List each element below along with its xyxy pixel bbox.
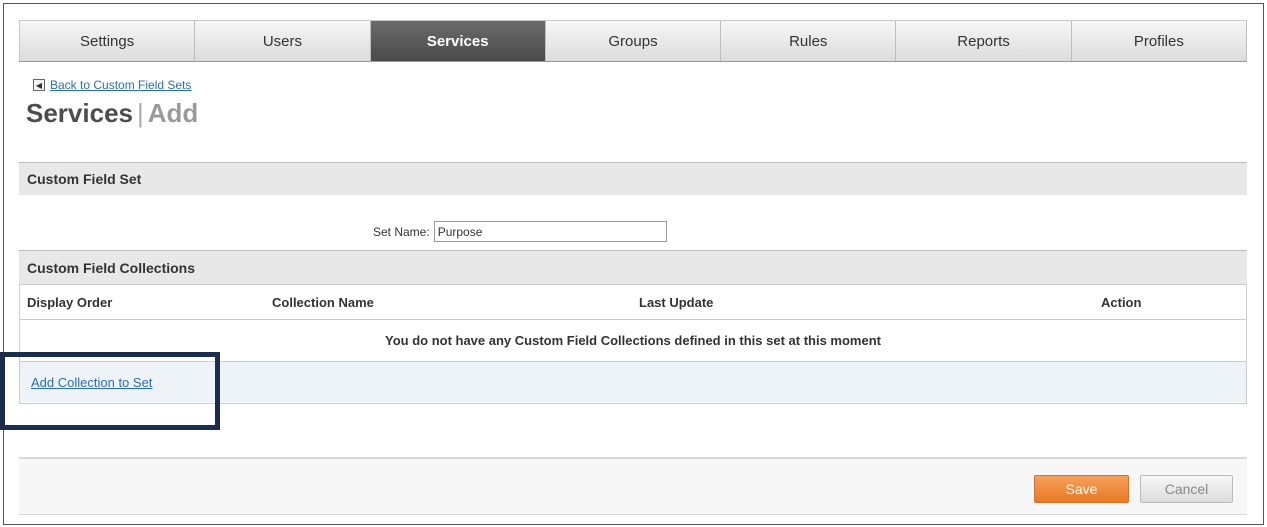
- main-tabs: Settings Users Services Groups Rules Rep…: [19, 20, 1247, 62]
- callout-highlight-box: [0, 352, 220, 430]
- tab-groups[interactable]: Groups: [545, 20, 722, 61]
- page-title-separator: |: [136, 98, 144, 128]
- footer-bar: Save Cancel: [19, 457, 1247, 515]
- tab-reports[interactable]: Reports: [896, 20, 1072, 61]
- set-name-label: Set Name:: [373, 224, 430, 239]
- cancel-button[interactable]: Cancel: [1140, 475, 1233, 503]
- page-title-main: Services: [26, 98, 133, 128]
- tab-rules[interactable]: Rules: [721, 20, 897, 61]
- custom-field-set-header: Custom Field Set: [19, 162, 1247, 195]
- table-header: Display Order Collection Name Last Updat…: [20, 285, 1246, 320]
- tab-services[interactable]: Services: [370, 20, 546, 61]
- column-last-update[interactable]: Last Update: [639, 295, 713, 310]
- tab-profiles[interactable]: Profiles: [1071, 20, 1247, 61]
- tab-settings[interactable]: Settings: [19, 20, 196, 61]
- page-title: Services | Add: [26, 98, 198, 129]
- tab-users[interactable]: Users: [195, 20, 371, 61]
- column-collection-name[interactable]: Collection Name: [272, 295, 374, 310]
- set-name-input[interactable]: [433, 221, 667, 242]
- set-name-row: Set Name:: [373, 221, 667, 242]
- back-navigation: ◀ Back to Custom Field Sets: [33, 78, 191, 92]
- back-arrow-icon[interactable]: ◀: [33, 79, 45, 91]
- back-to-custom-field-sets-link[interactable]: Back to Custom Field Sets: [50, 78, 191, 92]
- custom-field-collections-header: Custom Field Collections: [19, 250, 1247, 284]
- column-action: Action: [1101, 295, 1142, 310]
- column-display-order[interactable]: Display Order: [27, 295, 112, 310]
- save-button[interactable]: Save: [1034, 475, 1129, 503]
- page-title-sub: Add: [147, 98, 199, 128]
